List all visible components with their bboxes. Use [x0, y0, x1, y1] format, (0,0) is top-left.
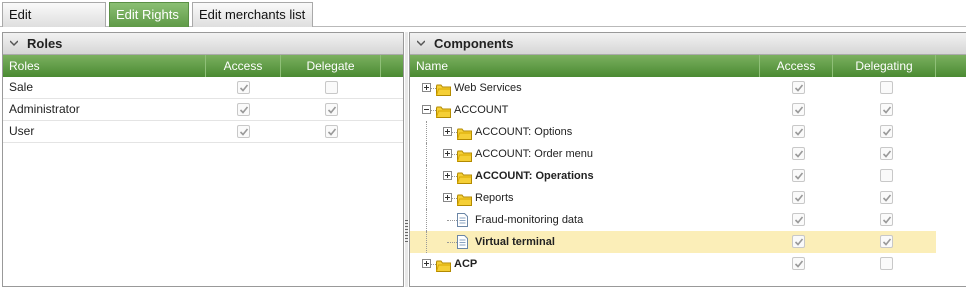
expand-icon[interactable]	[422, 259, 431, 268]
access-checkbox[interactable]	[792, 103, 805, 116]
role-name: Administrator	[9, 102, 80, 116]
expand-icon[interactable]	[443, 193, 452, 202]
roles-panel-header: Roles	[3, 33, 403, 55]
access-checkbox[interactable]	[237, 81, 250, 94]
tree-node-label[interactable]: Fraud-monitoring data	[475, 209, 583, 231]
components-panel-title: Components	[434, 36, 514, 51]
column-header-delegate[interactable]: Delegate	[281, 55, 381, 77]
tab-bar: Edit Information Edit Rights Edit mercha…	[0, 0, 966, 46]
chevron-down-icon[interactable]	[417, 39, 425, 47]
delegating-checkbox[interactable]	[880, 125, 893, 138]
column-header-access[interactable]: Access	[206, 55, 281, 77]
chevron-down-icon[interactable]	[10, 39, 18, 47]
expand-icon[interactable]	[443, 171, 452, 180]
column-header-access[interactable]: Access	[760, 55, 833, 77]
delegating-checkbox[interactable]	[880, 81, 893, 94]
table-row[interactable]: Sale	[3, 77, 403, 99]
table-row[interactable]: Administrator	[3, 99, 403, 121]
delegating-checkbox[interactable]	[880, 147, 893, 160]
delegate-checkbox[interactable]	[325, 125, 338, 138]
tree-row[interactable]: Virtual terminal	[410, 231, 936, 253]
tree-node-label[interactable]: ACCOUNT: Options	[475, 121, 572, 143]
roles-panel-title: Roles	[27, 36, 63, 51]
access-checkbox[interactable]	[792, 147, 805, 160]
roles-grid-header: Roles Access Delegate	[3, 55, 403, 77]
access-checkbox[interactable]	[792, 81, 805, 94]
folder-icon	[457, 192, 472, 206]
expand-icon[interactable]	[443, 127, 452, 136]
delegating-checkbox[interactable]	[880, 191, 893, 204]
components-panel: Components Name Access Delegating Web Se…	[409, 32, 966, 287]
folder-icon	[457, 170, 472, 184]
tree-connector	[426, 121, 427, 143]
tab-edit-merchants-list[interactable]: Edit merchants list	[192, 2, 313, 27]
tree-row[interactable]: Reports	[410, 187, 936, 209]
tree-node-label[interactable]: ACP	[454, 253, 477, 275]
tree-node-label[interactable]: ACCOUNT: Operations	[475, 165, 594, 187]
column-header-name[interactable]: Name	[410, 55, 760, 77]
tree-node-label[interactable]: Reports	[475, 187, 514, 209]
table-row[interactable]: User	[3, 121, 403, 143]
collapse-icon[interactable]	[422, 105, 431, 114]
delegate-checkbox[interactable]	[325, 103, 338, 116]
access-checkbox[interactable]	[792, 213, 805, 226]
tree-row[interactable]: ACCOUNT	[410, 99, 936, 121]
components-panel-header: Components	[410, 33, 966, 55]
document-icon	[457, 235, 468, 249]
access-checkbox[interactable]	[237, 125, 250, 138]
delegating-checkbox[interactable]	[880, 103, 893, 116]
expand-icon[interactable]	[443, 149, 452, 158]
tree-connector	[426, 231, 427, 253]
access-checkbox[interactable]	[237, 103, 250, 116]
access-checkbox[interactable]	[792, 125, 805, 138]
delegating-checkbox[interactable]	[880, 235, 893, 248]
tree-node-label[interactable]: ACCOUNT: Order menu	[475, 143, 593, 165]
tab-edit-information[interactable]: Edit Information	[2, 2, 106, 46]
column-header-roles[interactable]: Roles	[3, 55, 206, 77]
document-icon	[457, 213, 468, 227]
folder-icon	[457, 148, 472, 162]
tab-edit-rights[interactable]: Edit Rights	[109, 2, 189, 27]
tree-connector	[426, 209, 427, 231]
access-checkbox[interactable]	[792, 257, 805, 270]
access-checkbox[interactable]	[792, 169, 805, 182]
folder-icon	[436, 258, 451, 272]
folder-icon	[457, 126, 472, 140]
tree-node-label[interactable]: Web Services	[454, 77, 522, 99]
roles-panel: Roles Roles Access Delegate Sale Administ…	[2, 32, 404, 287]
folder-icon	[436, 82, 451, 96]
tree-row[interactable]: Fraud-monitoring data	[410, 209, 936, 231]
access-checkbox[interactable]	[792, 235, 805, 248]
tree-connector	[426, 165, 427, 187]
tree-row[interactable]: ACCOUNT: Operations	[410, 165, 936, 187]
tree-row[interactable]: ACCOUNT: Order menu	[410, 143, 936, 165]
expand-icon[interactable]	[422, 83, 431, 92]
roles-grid-body: Sale Administrator User	[3, 77, 403, 143]
delegating-checkbox[interactable]	[880, 257, 893, 270]
delegating-checkbox[interactable]	[880, 169, 893, 182]
tree-node-label[interactable]: ACCOUNT	[454, 99, 508, 121]
tree-node-label[interactable]: Virtual terminal	[475, 231, 555, 253]
delegating-checkbox[interactable]	[880, 213, 893, 226]
folder-icon	[436, 104, 451, 118]
tree-row[interactable]: ACP	[410, 253, 936, 275]
tree-row[interactable]: ACCOUNT: Options	[410, 121, 936, 143]
tree-connector	[426, 143, 427, 165]
components-grid-header: Name Access Delegating	[410, 55, 966, 77]
role-name: Sale	[9, 80, 34, 94]
column-header-delegating[interactable]: Delegating	[833, 55, 936, 77]
tree-connector	[426, 187, 427, 209]
access-checkbox[interactable]	[792, 191, 805, 204]
delegate-checkbox[interactable]	[325, 81, 338, 94]
panel-splitter[interactable]	[405, 32, 408, 287]
tree-row[interactable]: Web Services	[410, 77, 936, 99]
splitter-grip-icon[interactable]	[405, 220, 408, 242]
components-tree: Web Services ACCOUNT ACCOUNT: Options ACCOU…	[410, 77, 966, 275]
role-name: User	[9, 124, 35, 138]
